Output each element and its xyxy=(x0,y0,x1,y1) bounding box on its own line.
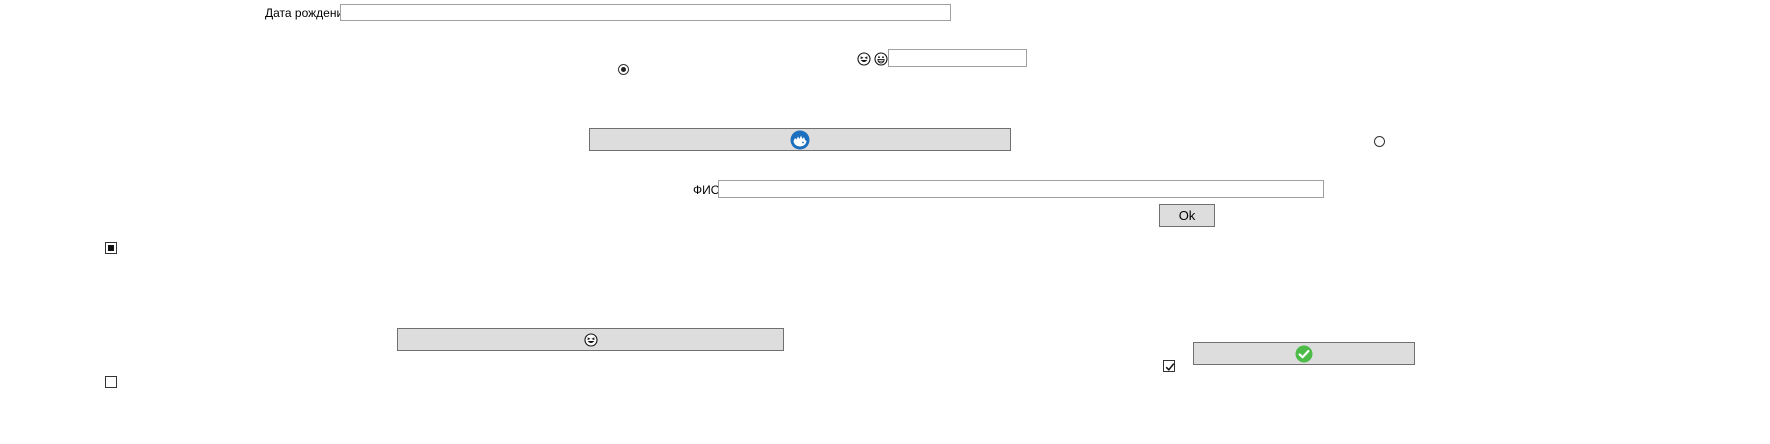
radio-button-1[interactable] xyxy=(618,64,629,75)
emoji-button[interactable] xyxy=(397,328,784,351)
checkbox-2[interactable] xyxy=(1163,360,1175,372)
checkbox-3[interactable] xyxy=(105,376,117,388)
ok-button[interactable]: Ok xyxy=(1159,204,1215,227)
radio-button-2[interactable] xyxy=(1374,136,1385,147)
emblem-button[interactable] xyxy=(589,128,1011,151)
birthdate-label: Дата рождения xyxy=(265,6,350,20)
success-button[interactable] xyxy=(1193,342,1415,365)
grinning-squint-face-icon xyxy=(857,52,871,66)
grinning-face-icon xyxy=(874,52,888,66)
fullname-field[interactable] xyxy=(718,180,1324,198)
fullname-label: ФИО xyxy=(693,183,721,197)
checkbox-1[interactable] xyxy=(105,242,117,254)
blue-emblem-icon xyxy=(790,130,810,150)
checkmark-icon xyxy=(1165,363,1175,371)
birthdate-field[interactable] xyxy=(340,4,951,21)
green-check-circle-icon xyxy=(1295,345,1313,363)
grinning-squint-face-icon xyxy=(583,332,598,347)
small-text-field[interactable] xyxy=(888,49,1027,67)
